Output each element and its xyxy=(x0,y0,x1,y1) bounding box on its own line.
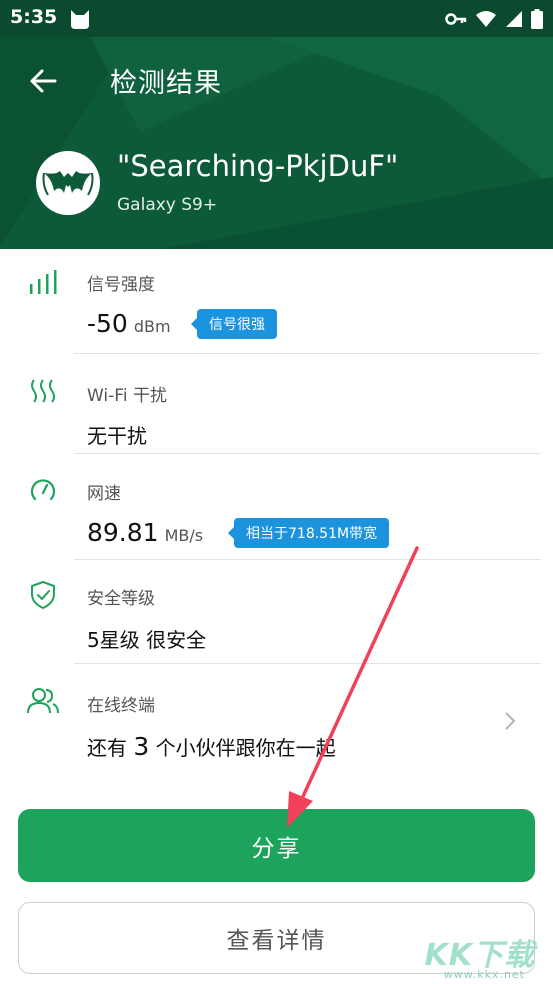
security-row: 安全等级 5星级 很安全 xyxy=(0,560,553,664)
online-prefix: 还有 xyxy=(87,736,127,760)
signal-strength-row: 信号强度 -50 dBm 信号很强 xyxy=(0,249,553,354)
signal-strength-label: 信号强度 xyxy=(87,275,155,295)
speed-value: 89.81 MB/s xyxy=(87,518,203,547)
arrow-left-icon xyxy=(30,69,57,93)
device-model: Galaxy S9+ xyxy=(117,195,218,215)
interference-waves-icon xyxy=(24,374,62,408)
signal-unit: dBm xyxy=(133,317,171,336)
speed-unit: MB/s xyxy=(164,526,204,545)
result-list: 信号强度 -50 dBm 信号很强 Wi-Fi 干扰 无干扰 网速 89.81 MB… xyxy=(0,249,553,782)
back-button[interactable] xyxy=(22,63,64,99)
page-title: 检测结果 xyxy=(110,68,222,99)
status-bar: 5:35 xyxy=(0,0,553,37)
status-time: 5:35 xyxy=(10,6,58,28)
bandwidth-badge: 相当于718.51M带宽 xyxy=(227,518,390,548)
share-button[interactable]: 分享 xyxy=(18,809,535,882)
wifi-ssid: "Searching-PkjDuF" xyxy=(117,149,399,183)
signal-dbm-number: -50 xyxy=(87,309,128,338)
interference-value: 无干扰 xyxy=(87,424,147,448)
wifi-icon xyxy=(476,11,496,27)
security-label: 安全等级 xyxy=(87,589,155,609)
wifi-avatar xyxy=(36,151,100,215)
cat-icon xyxy=(71,10,89,29)
battery-icon xyxy=(531,9,543,29)
header-background-shapes xyxy=(0,37,553,249)
interference-row: Wi-Fi 干扰 无干扰 xyxy=(0,354,553,454)
online-count: 3 xyxy=(133,732,150,761)
online-devices-row[interactable]: 在线终端 还有 3 个小伙伴跟你在一起 xyxy=(0,664,553,782)
chevron-right-icon xyxy=(505,712,516,730)
signal-strength-value: -50 dBm xyxy=(87,309,171,338)
watermark-url: www.kkx.net xyxy=(443,968,525,981)
cell-signal-icon xyxy=(506,11,522,27)
speed-number: 89.81 xyxy=(87,518,159,547)
interference-label: Wi-Fi 干扰 xyxy=(87,386,167,406)
speedometer-icon xyxy=(24,472,62,506)
online-devices-label: 在线终端 xyxy=(87,696,155,716)
security-value: 5星级 很安全 xyxy=(87,628,207,652)
online-devices-value: 还有 3 个小伙伴跟你在一起 xyxy=(87,732,336,761)
speed-row: 网速 89.81 MB/s 相当于718.51M带宽 xyxy=(0,454,553,560)
signal-quality-badge: 信号很强 xyxy=(191,309,277,339)
online-suffix: 个小伙伴跟你在一起 xyxy=(155,736,336,760)
speed-label: 网速 xyxy=(87,484,121,504)
key-icon xyxy=(445,13,467,25)
result-header: 检测结果 "Searching-PkjDuF" Galaxy S9+ xyxy=(0,37,553,249)
signal-bars-icon xyxy=(24,265,62,299)
shield-check-icon xyxy=(24,578,62,612)
bat-logo-icon xyxy=(42,171,94,196)
users-icon xyxy=(24,684,62,718)
